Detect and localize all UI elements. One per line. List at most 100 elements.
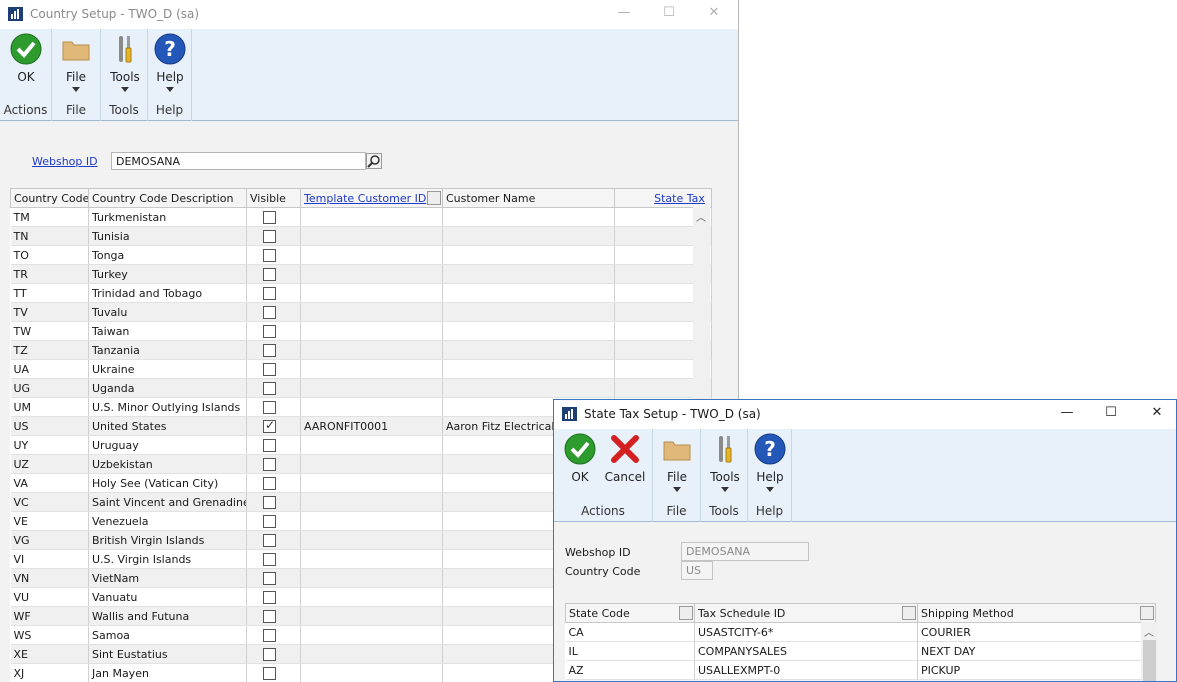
cell-country-desc[interactable]: United States [88, 416, 247, 436]
cell-country-desc[interactable]: Taiwan [88, 321, 247, 341]
cell-state-code[interactable]: AZ [565, 660, 695, 680]
cell-country-code[interactable]: VC [10, 492, 89, 512]
table-row[interactable]: UG Uganda [10, 378, 712, 398]
cell-country-code[interactable]: VU [10, 587, 89, 607]
cell-template-customer-id[interactable] [300, 359, 443, 379]
cell-country-desc[interactable]: Wallis and Futuna [88, 606, 247, 626]
visible-checkbox[interactable] [263, 495, 276, 509]
col-template-customer-id[interactable]: Template Customer ID [300, 188, 443, 208]
cell-country-desc[interactable]: Turkey [88, 264, 247, 284]
cell-template-customer-id[interactable] [300, 530, 443, 550]
cell-country-code[interactable]: TR [10, 264, 89, 284]
magnifier-icon[interactable] [679, 606, 693, 620]
cell-template-customer-id[interactable]: AARONFIT0001 [300, 416, 443, 436]
cell-shipping-method[interactable]: NEXT DAY [917, 641, 1156, 661]
cell-template-customer-id[interactable] [300, 568, 443, 588]
cell-country-code[interactable]: UM [10, 397, 89, 417]
cell-country-desc[interactable]: British Virgin Islands [88, 530, 247, 550]
table-row[interactable]: TW Taiwan [10, 321, 712, 341]
visible-checkbox[interactable] [263, 647, 276, 661]
cell-country-code[interactable]: XJ [10, 663, 89, 682]
visible-checkbox[interactable] [263, 533, 276, 547]
scroll-up-icon[interactable]: ︿ [696, 209, 706, 224]
cell-country-desc[interactable]: U.S. Minor Outlying Islands [88, 397, 247, 417]
table-row[interactable]: UA Ukraine [10, 359, 712, 379]
visible-checkbox[interactable] [263, 362, 276, 376]
cell-country-code[interactable]: VN [10, 568, 89, 588]
cell-country-desc[interactable]: VietNam [88, 568, 247, 588]
cell-country-desc[interactable]: Tuvalu [88, 302, 247, 322]
visible-checkbox[interactable] [263, 248, 276, 262]
cell-template-customer-id[interactable] [300, 378, 443, 398]
visible-checkbox[interactable] [263, 418, 276, 433]
table-row[interactable]: AZ USALLEXMPT-0 PICKUP [565, 660, 1156, 680]
cell-country-code[interactable]: UZ [10, 454, 89, 474]
cell-country-desc[interactable]: Turkmenistan [88, 207, 247, 227]
cancel-button[interactable]: Cancel [604, 433, 646, 484]
cell-country-desc[interactable]: Tanzania [88, 340, 247, 360]
cell-template-customer-id[interactable] [300, 302, 443, 322]
cell-country-desc[interactable]: Ukraine [88, 359, 247, 379]
cell-country-code[interactable]: TN [10, 226, 89, 246]
cell-country-desc[interactable]: Uzbekistan [88, 454, 247, 474]
cell-template-customer-id[interactable] [300, 435, 443, 455]
cell-template-customer-id[interactable] [300, 492, 443, 512]
visible-checkbox[interactable] [263, 305, 276, 319]
cell-country-desc[interactable]: Saint Vincent and Grenadines [88, 492, 247, 512]
cell-country-code[interactable]: VI [10, 549, 89, 569]
table-row[interactable]: TZ Tanzania [10, 340, 712, 360]
cell-country-code[interactable]: UY [10, 435, 89, 455]
file-button[interactable]: File [60, 33, 92, 92]
visible-checkbox[interactable] [263, 609, 276, 623]
ok-button[interactable]: OK [563, 433, 597, 484]
magnifier-icon[interactable] [427, 191, 441, 205]
file-button[interactable]: File [661, 433, 693, 492]
template-customer-id-link[interactable]: Template Customer ID [304, 192, 426, 205]
cell-country-desc[interactable]: Venezuela [88, 511, 247, 531]
cell-template-customer-id[interactable] [300, 454, 443, 474]
minimize-button[interactable]: — [1055, 404, 1079, 422]
visible-checkbox[interactable] [263, 476, 276, 490]
col-country-code[interactable]: Country Code [10, 188, 89, 208]
table-row[interactable]: TO Tonga [10, 245, 712, 265]
cell-country-desc[interactable]: Sint Eustatius [88, 644, 247, 664]
cell-tax-schedule-id[interactable]: COMPANYSALES [694, 641, 918, 661]
col-state-tax[interactable]: State Tax [614, 188, 712, 208]
visible-checkbox[interactable] [263, 457, 276, 471]
cell-country-desc[interactable]: Uganda [88, 378, 247, 398]
cell-country-desc[interactable]: Tunisia [88, 226, 247, 246]
cell-template-customer-id[interactable] [300, 511, 443, 531]
tools-button[interactable]: Tools [109, 33, 141, 92]
cell-template-customer-id[interactable] [300, 226, 443, 246]
cell-country-desc[interactable]: Vanuatu [88, 587, 247, 607]
state-tax-link[interactable]: State Tax [654, 192, 705, 205]
magnifier-icon[interactable] [902, 606, 916, 620]
help-button[interactable]: ? Help [153, 33, 187, 92]
table-row[interactable]: TT Trinidad and Tobago [10, 283, 712, 303]
grid-scrollbar[interactable]: ︿ [1141, 622, 1158, 681]
cell-template-customer-id[interactable] [300, 625, 443, 645]
table-row[interactable]: TN Tunisia [10, 226, 712, 246]
table-row[interactable]: IL COMPANYSALES NEXT DAY [565, 641, 1156, 661]
visible-checkbox[interactable] [263, 438, 276, 452]
maximize-button[interactable]: ☐ [657, 4, 681, 22]
table-row[interactable]: TV Tuvalu [10, 302, 712, 322]
visible-checkbox[interactable] [263, 267, 276, 281]
cell-template-customer-id[interactable] [300, 587, 443, 607]
cell-country-desc[interactable]: Jan Mayen [88, 663, 247, 682]
col-shipping-method[interactable]: Shipping Method [917, 603, 1156, 623]
cell-template-customer-id[interactable] [300, 644, 443, 664]
cell-state-code[interactable]: IL [565, 641, 695, 661]
visible-checkbox[interactable] [263, 210, 276, 224]
cell-template-customer-id[interactable] [300, 663, 443, 682]
visible-checkbox[interactable] [263, 286, 276, 300]
table-row[interactable]: CA USASTCITY-6* COURIER [565, 622, 1156, 642]
col-visible[interactable]: Visible [246, 188, 301, 208]
cell-state-code[interactable]: CA [565, 622, 695, 642]
cell-shipping-method[interactable]: COURIER [917, 622, 1156, 642]
cell-tax-schedule-id[interactable]: USALLEXMPT-0 [694, 660, 918, 680]
col-country-desc[interactable]: Country Code Description [88, 188, 247, 208]
cell-country-code[interactable]: XE [10, 644, 89, 664]
cell-country-code[interactable]: TO [10, 245, 89, 265]
visible-checkbox[interactable] [263, 229, 276, 243]
